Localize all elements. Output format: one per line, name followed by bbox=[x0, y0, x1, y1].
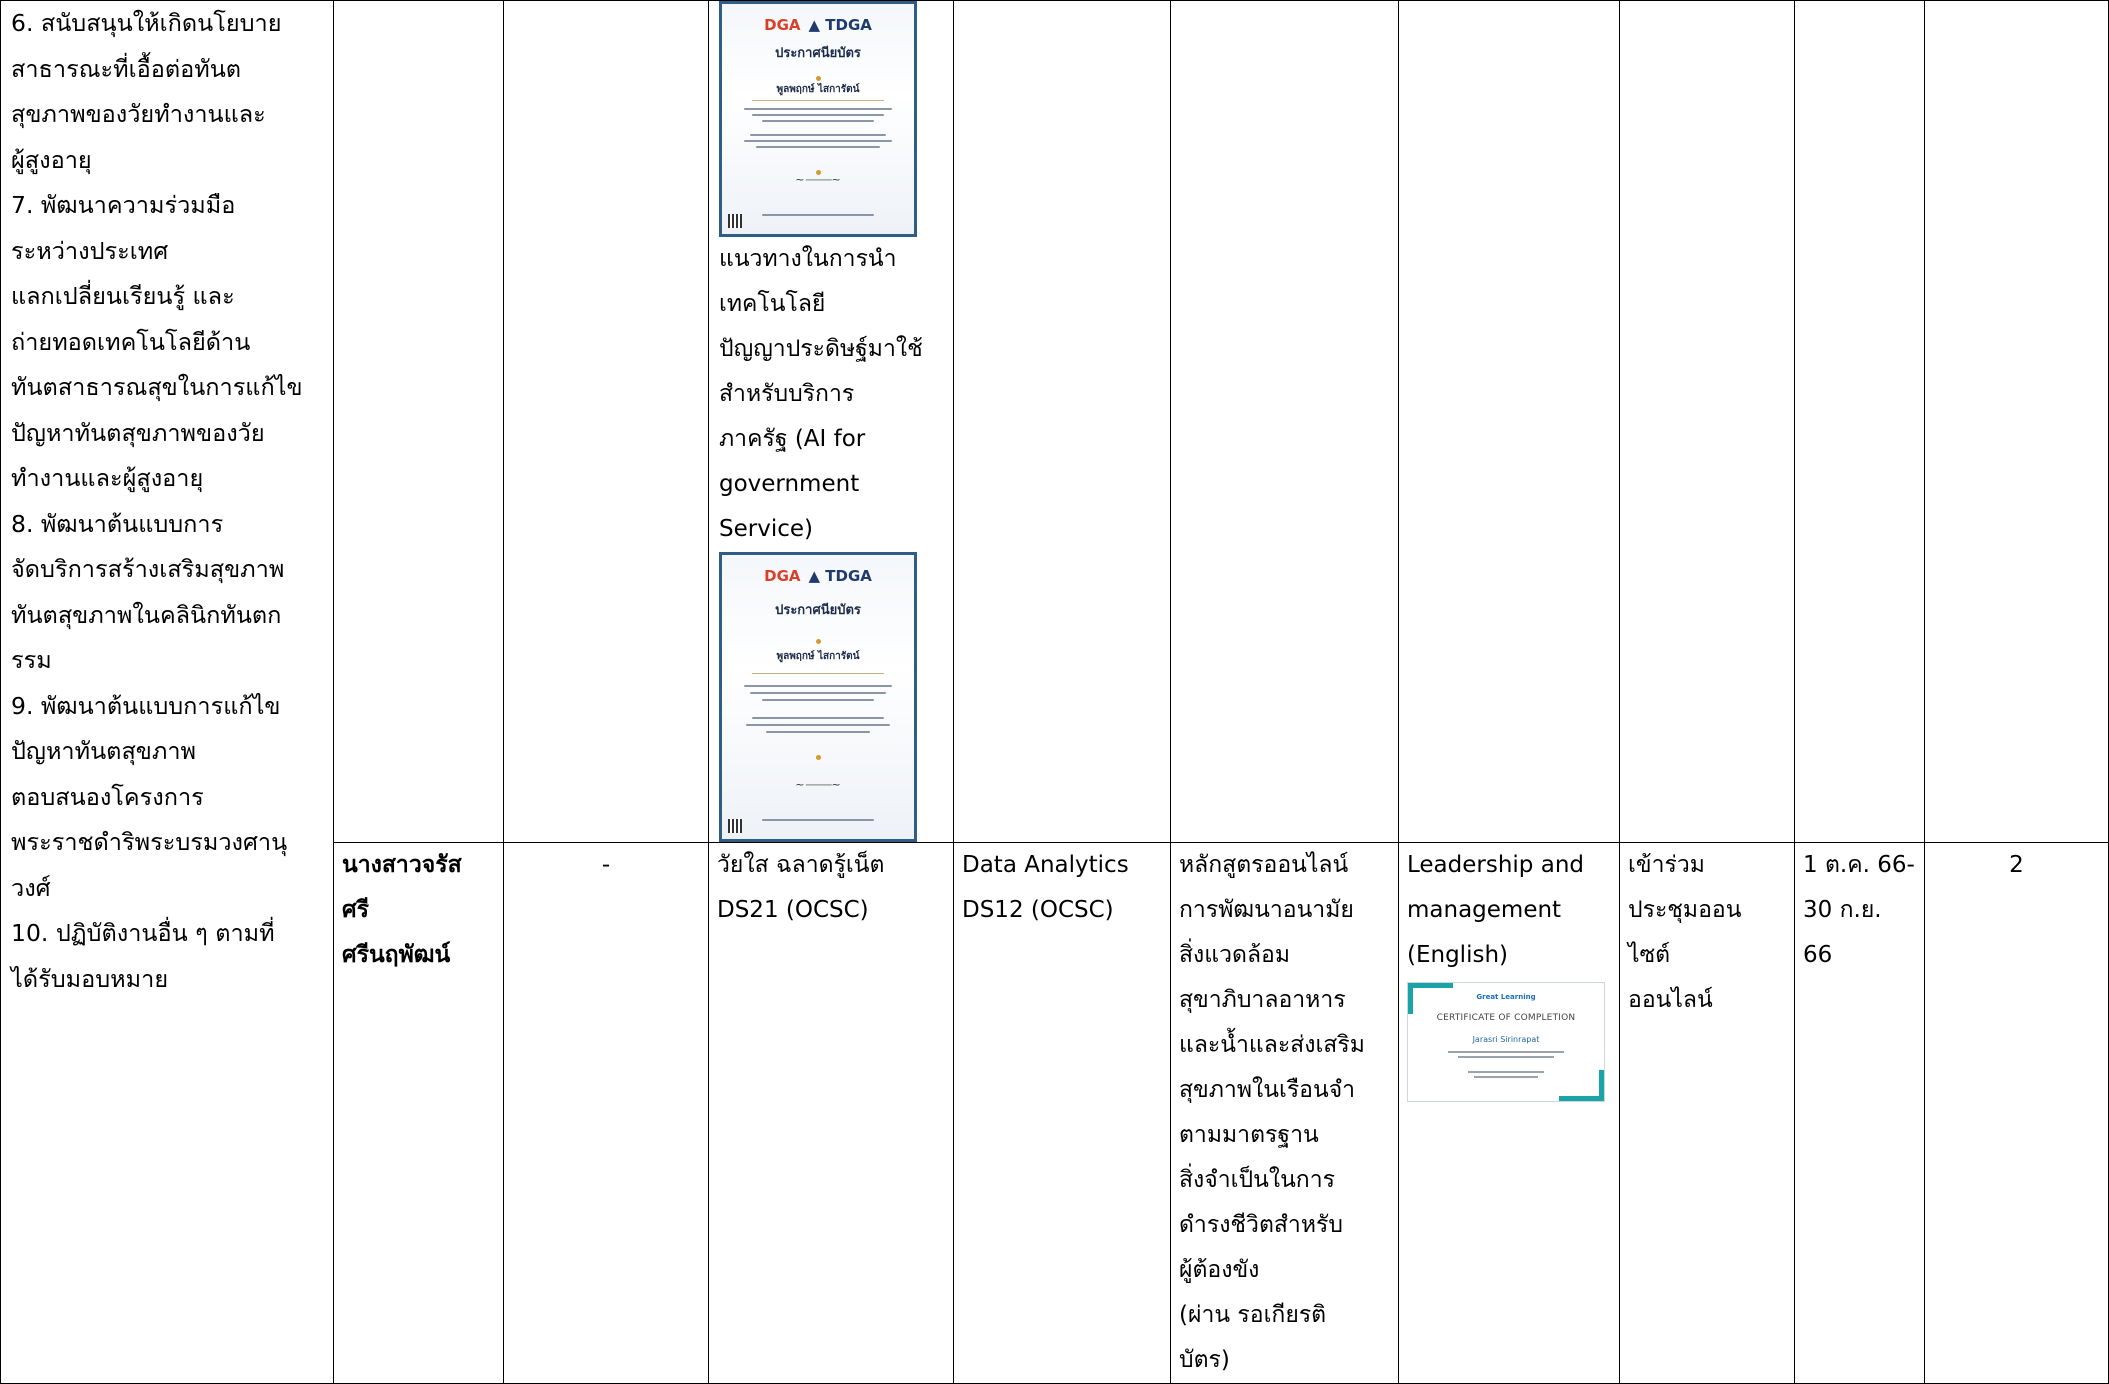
empty-cell bbox=[1619, 0, 1795, 843]
text-line: ศรีนฤพัฒน์ bbox=[342, 942, 451, 968]
text-line: ผู้ต้องขัง bbox=[1179, 1257, 1260, 1283]
text-line: ทันตสาธารณสุขในการแก้ไข bbox=[11, 373, 303, 401]
text-line: 6. สนับสนุนให้เกิดนโยบาย bbox=[11, 9, 282, 37]
text-line: ระหว่างประเทศ bbox=[11, 236, 169, 265]
text-line: Leadership and bbox=[1407, 852, 1584, 878]
person-name-cell: นางสาวจรัสศรีศรีนฤพัฒน์ bbox=[333, 842, 504, 1384]
text-line: ภาครัฐ (AI for bbox=[719, 426, 866, 452]
responsibilities-cell: 6. สนับสนุนให้เกิดนโยบายสาธารณะที่เอื้อต… bbox=[0, 0, 334, 1384]
text-line: จัดบริการสร้างเสริมสุขภาพ bbox=[11, 555, 285, 583]
text-line: ทำงานและผู้สูงอายุ bbox=[11, 464, 204, 492]
text-line: ปัญหาทันตสุขภาพของวัย bbox=[11, 418, 265, 447]
text-line: ประชุมออน bbox=[1628, 897, 1742, 923]
text-line: ตอบสนองโครงการ bbox=[11, 782, 204, 811]
text-line: สุขภาพของวัยทำงานและ bbox=[11, 100, 266, 128]
text-line: บัตร) bbox=[1179, 1347, 1230, 1373]
text-line: 30 ก.ย. 66 bbox=[1803, 897, 1889, 968]
text-line: (ผ่าน รอเกียรติ bbox=[1179, 1302, 1327, 1328]
text-line: 8. พัฒนาต้นแบบการ bbox=[11, 509, 224, 538]
text-line: 9. พัฒนาต้นแบบการแก้ไข bbox=[11, 691, 281, 720]
empty-cell bbox=[1924, 0, 2109, 843]
certificate-image-3: Great Learning CERTIFICATE OF COMPLETION… bbox=[1407, 982, 1605, 1102]
certificate-image-2: DGA ▲ TDGA ประกาศนียบัตร พูลพฤกษ์ ไสการัต… bbox=[719, 552, 917, 842]
document-table: 6. สนับสนุนให้เกิดนโยบายสาธารณะที่เอื้อต… bbox=[0, 0, 2109, 1384]
text-line: รรม bbox=[11, 646, 52, 674]
text-line: แนวทางในการนำ bbox=[719, 246, 897, 272]
text-line: พระราชดำริพระบรมวงศานุ bbox=[11, 828, 288, 856]
text-line: วงศ์ bbox=[11, 873, 51, 902]
empty-cell bbox=[333, 0, 504, 843]
text-line: ปัญหาทันตสุขภาพ bbox=[11, 737, 197, 765]
training-title: แนวทางในการนำเทคโนโลยีปัญญาประดิษฐ์มาใช้… bbox=[719, 237, 953, 552]
empty-cell bbox=[503, 0, 709, 843]
date-range-cell: 1 ต.ค. 66- 30 ก.ย. 66 bbox=[1794, 842, 1925, 1384]
course-ds12-cell: Data Analytics DS12 (OCSC) bbox=[953, 842, 1171, 1384]
empty-cell bbox=[1398, 0, 1620, 843]
online-course-cell: หลักสูตรออนไลน์การพัฒนาอนามัยสิ่งแวดล้อม… bbox=[1170, 842, 1399, 1384]
text-line: ตามมาตรฐาน bbox=[1179, 1122, 1319, 1148]
meeting-cell: เข้าร่วมประชุมออนไซต์ออนไลน์ bbox=[1619, 842, 1795, 1384]
text-line: (English) bbox=[1407, 942, 1508, 968]
text-line: ผู้สูงอายุ bbox=[11, 145, 92, 174]
course-ds21-cell: วัยใส ฉลาดรู้เน็ต DS21 (OCSC) bbox=[708, 842, 954, 1384]
text-line: 1 ต.ค. 66- bbox=[1803, 852, 1915, 878]
text-line: Service) bbox=[719, 516, 813, 542]
text-line: สาธารณะที่เอื้อต่อทันต bbox=[11, 54, 242, 83]
text-line: ถ่ายทอดเทคโนโลยีด้าน bbox=[11, 327, 251, 356]
text-line: และน้ำและส่งเสริม bbox=[1179, 1032, 1365, 1058]
text-line: สิ่งจำเป็นในการ bbox=[1179, 1167, 1335, 1193]
qr-code-icon bbox=[728, 214, 742, 228]
text-line: ได้รับมอบหมาย bbox=[11, 964, 169, 993]
text-line: ไซต์ bbox=[1628, 942, 1671, 968]
text-line: เข้าร่วม bbox=[1628, 852, 1705, 878]
text-line: DS21 (OCSC) bbox=[717, 897, 869, 923]
text-line: management bbox=[1407, 897, 1562, 923]
text-line: ดำรงชีวิตสำหรับ bbox=[1179, 1212, 1343, 1238]
text-line: ปัญญาประดิษฐ์มาใช้ bbox=[719, 336, 923, 362]
text-line: สุขภาพในเรือนจำ bbox=[1179, 1077, 1356, 1103]
responsibilities-list: 6. สนับสนุนให้เกิดนโยบายสาธารณะที่เอื้อต… bbox=[11, 2, 323, 1003]
text-line: สำหรับบริการ bbox=[719, 381, 855, 407]
qr-code-icon bbox=[728, 819, 742, 833]
empty-cell bbox=[1170, 0, 1399, 843]
empty-cell bbox=[953, 0, 1171, 843]
text-line: แลกเปลี่ยนเรียนรู้ และ bbox=[11, 282, 235, 310]
dash-cell: - bbox=[503, 842, 709, 1384]
text-line: ออนไลน์ bbox=[1628, 987, 1713, 1013]
text-line: เทคโนโลยี bbox=[719, 291, 826, 317]
training-cell: DGA ▲ TDGA ประกาศนียบัตร พูลพฤกษ์ ไสการัต… bbox=[708, 0, 954, 843]
leadership-cell: Leadership and management (English) Great … bbox=[1398, 842, 1620, 1384]
text-line: 7. พัฒนาความร่วมมือ bbox=[11, 191, 236, 219]
text-line: 10. ปฏิบัติงานอื่น ๆ ตามที่ bbox=[11, 919, 275, 947]
text-line: หลักสูตรออนไลน์ bbox=[1179, 852, 1349, 878]
person-name: นางสาวจรัสศรีศรีนฤพัฒน์ bbox=[342, 844, 495, 979]
count-cell: 2 bbox=[1924, 842, 2109, 1384]
certificate-image-1: DGA ▲ TDGA ประกาศนียบัตร พูลพฤกษ์ ไสการัต… bbox=[719, 1, 917, 237]
text-line: ศรี bbox=[342, 897, 369, 923]
table-row: 6. สนับสนุนให้เกิดนโยบายสาธารณะที่เอื้อต… bbox=[0, 0, 2109, 1384]
text-line: การพัฒนาอนามัย bbox=[1179, 897, 1354, 923]
text-line: สุขาภิบาลอาหาร bbox=[1179, 987, 1346, 1013]
text-line: government bbox=[719, 471, 860, 497]
empty-cell bbox=[1794, 0, 1925, 843]
text-line: Data Analytics bbox=[962, 852, 1129, 878]
text-line: วัยใส ฉลาดรู้เน็ต bbox=[717, 852, 885, 878]
text-line: DS12 (OCSC) bbox=[962, 897, 1114, 923]
text-line: ทันตสุขภาพในคลินิกทันตก bbox=[11, 600, 282, 629]
text-line: นางสาวจรัส bbox=[342, 852, 462, 878]
text-line: สิ่งแวดล้อม bbox=[1179, 942, 1291, 968]
